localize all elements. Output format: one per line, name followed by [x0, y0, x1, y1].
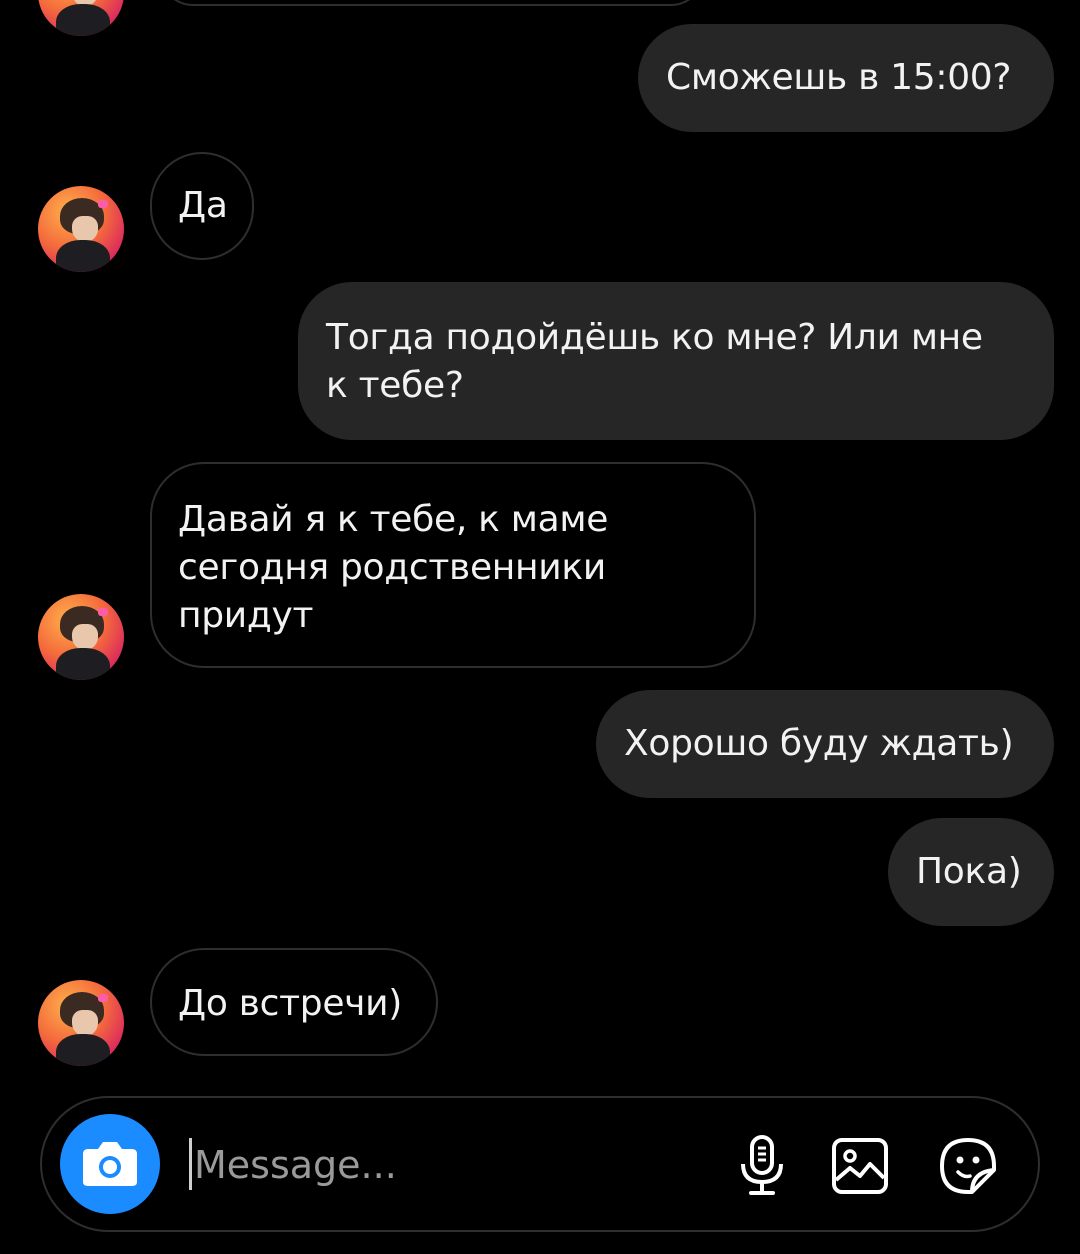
chat-thread: Сможешь в 15:00? Да Тогда подойдёшь ко м…	[0, 0, 1080, 1254]
contact-avatar[interactable]	[38, 594, 124, 680]
microphone-icon	[741, 1135, 783, 1195]
previous-message-bubble	[160, 0, 704, 6]
outgoing-message[interactable]: Тогда подойдёшь ко мне? Или мне к тебе?	[298, 282, 1054, 440]
contact-avatar[interactable]	[38, 0, 124, 36]
contact-avatar[interactable]	[38, 980, 124, 1066]
outgoing-message[interactable]: Сможешь в 15:00?	[638, 24, 1054, 132]
incoming-message[interactable]: Давай я к тебе, к маме сегодня родственн…	[150, 462, 756, 668]
message-input[interactable]	[190, 1136, 710, 1194]
camera-button[interactable]	[60, 1114, 160, 1214]
gallery-button[interactable]	[826, 1132, 894, 1200]
sticker-button[interactable]	[934, 1132, 1002, 1200]
microphone-button[interactable]	[728, 1132, 796, 1200]
outgoing-message[interactable]: Хорошо буду ждать)	[596, 690, 1054, 798]
outgoing-message[interactable]: Пока)	[888, 818, 1054, 926]
gallery-icon	[832, 1138, 888, 1194]
camera-icon	[83, 1142, 137, 1186]
incoming-message[interactable]: Да	[150, 152, 254, 260]
incoming-message[interactable]: До встречи)	[150, 948, 438, 1056]
sticker-icon	[940, 1138, 996, 1194]
message-composer	[40, 1096, 1040, 1232]
contact-avatar[interactable]	[38, 186, 124, 272]
